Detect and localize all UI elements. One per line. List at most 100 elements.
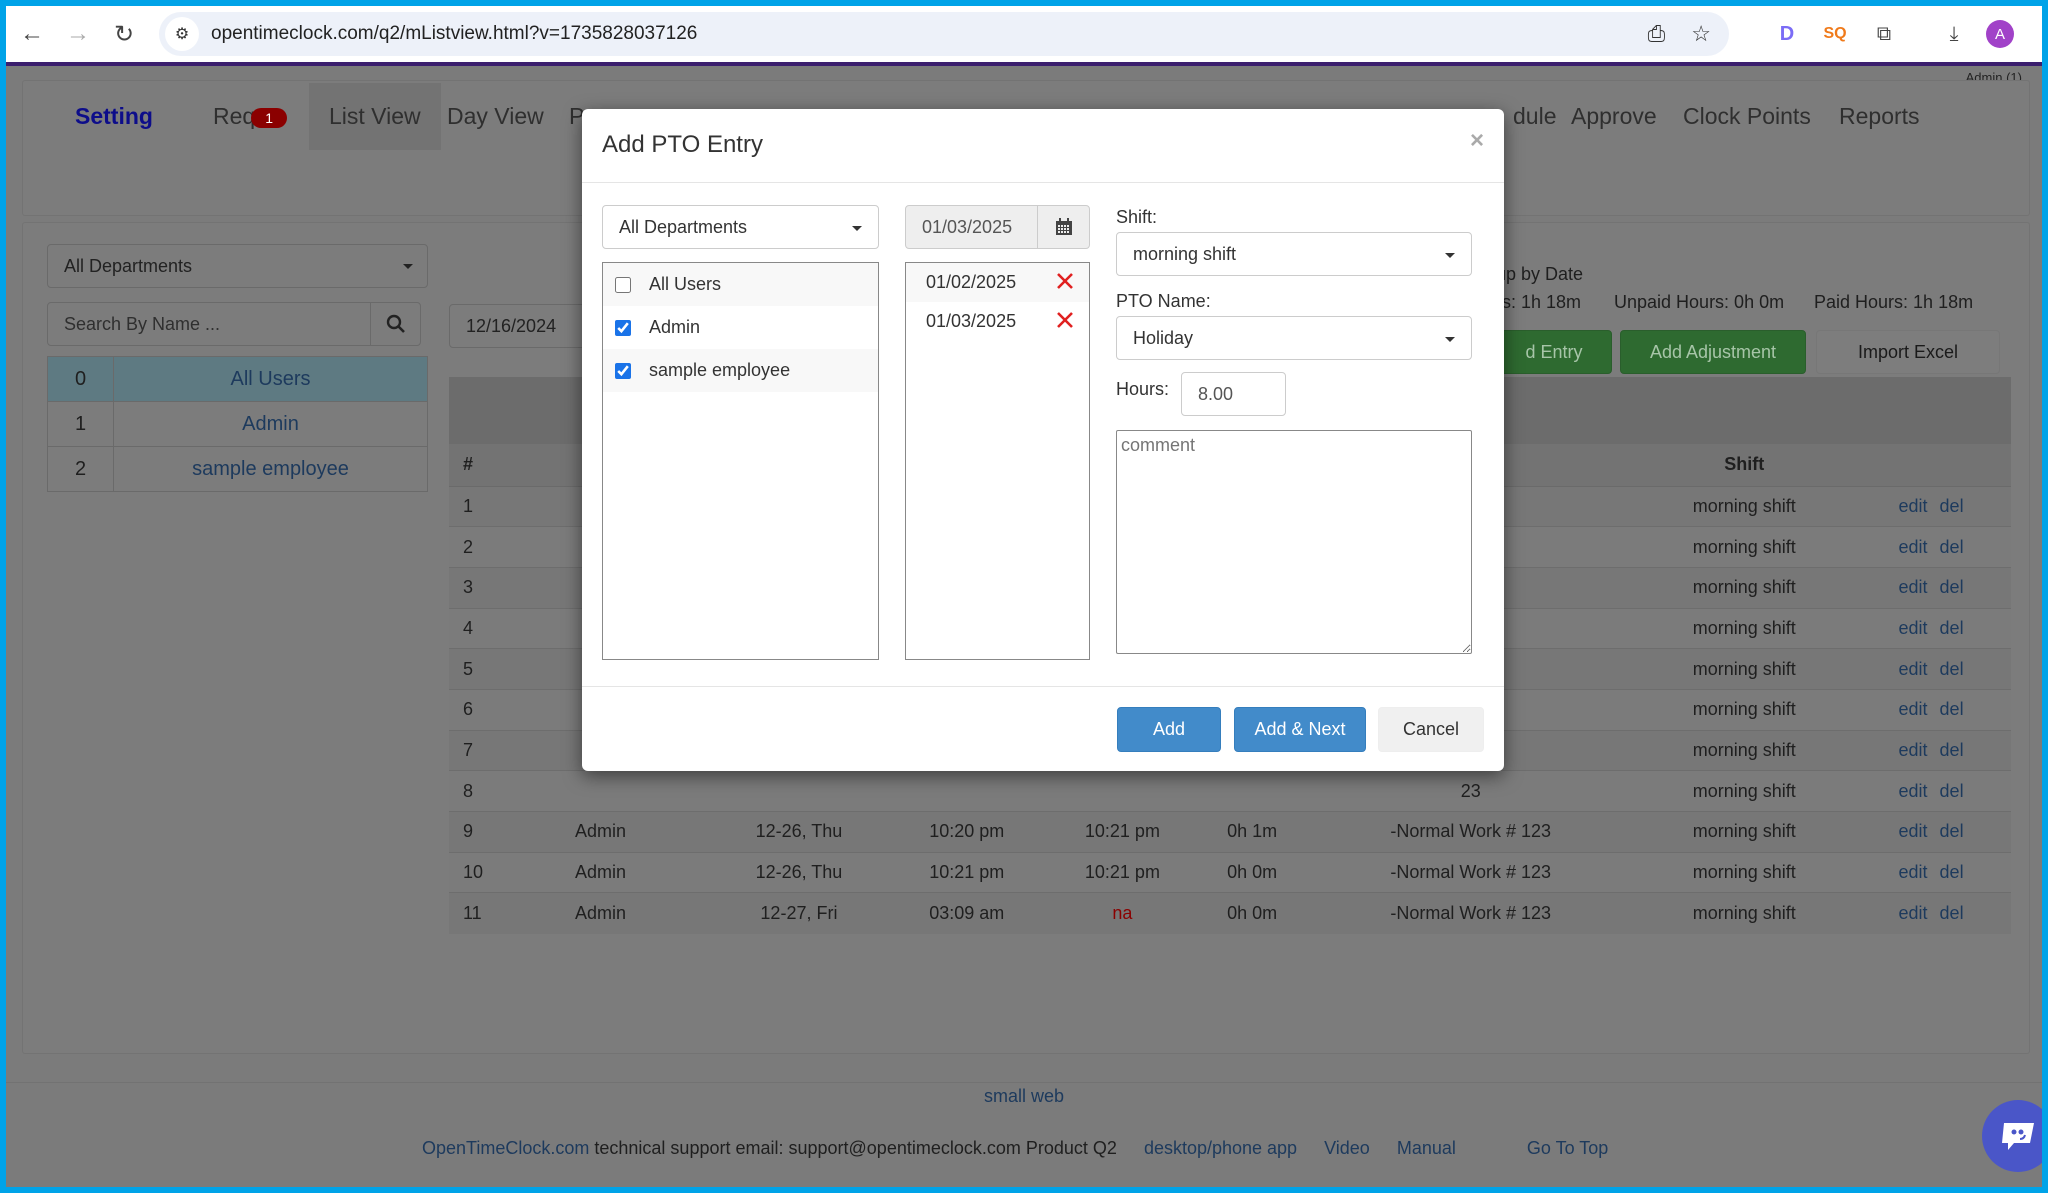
add-entry-button[interactable]: d Entry [1496,330,1612,374]
edit-link[interactable]: edit [1899,618,1928,638]
paid-hours-label: Paid Hours: 1h 18m [1814,292,1974,312]
edit-link[interactable]: edit [1899,659,1928,679]
delete-link[interactable]: del [1940,496,1964,516]
row-job: -Normal Work # 123 [1304,851,1638,893]
footer: OpenTimeClock.com technical support emai… [422,1138,1608,1159]
calendar-button[interactable] [1037,206,1089,248]
edit-link[interactable]: edit [1899,781,1928,801]
search-input[interactable] [48,303,370,345]
hours-input[interactable] [1181,372,1286,416]
cancel-button[interactable]: Cancel [1378,707,1484,752]
table-row: 9 Admin 12-26, Thu 10:20 pm 10:21 pm 0h 1m -No… [449,811,2011,853]
extension-d-icon[interactable]: D [1772,12,1802,56]
small-web-link[interactable]: small web [984,1086,1064,1106]
row-actions: edit del [1851,607,2011,649]
edit-link[interactable]: edit [1899,496,1928,516]
modal-department-select[interactable]: All Departments [602,205,879,249]
delete-link[interactable]: del [1940,659,1964,679]
nav-day-view[interactable]: Day View [447,103,544,130]
extension-sq-icon[interactable]: SQ [1818,12,1852,56]
edit-link[interactable]: edit [1899,537,1928,557]
edit-link[interactable]: edit [1899,862,1928,882]
delete-link[interactable]: del [1940,740,1964,760]
nav-setting[interactable]: Setting [75,103,153,130]
downloads-icon[interactable]: ⤓ [1938,12,1970,56]
edit-link[interactable]: edit [1899,903,1928,923]
delete-link[interactable]: del [1940,699,1964,719]
nav-approve[interactable]: Approve [1571,103,1657,130]
row-number: 7 [449,729,549,771]
add-adjustment-button[interactable]: Add Adjustment [1620,330,1806,374]
user-list-row[interactable]: 2 sample employee [47,446,428,492]
desktop-app-link[interactable]: desktop/phone app [1144,1138,1297,1158]
delete-link[interactable]: del [1940,618,1964,638]
import-excel-button[interactable]: Import Excel [1816,330,2000,374]
manual-link[interactable]: Manual [1397,1138,1456,1158]
row-shift: morning shift [1637,566,1852,609]
bookmark-star-icon[interactable]: ☆ [1691,21,1711,47]
search-button[interactable] [370,303,420,345]
remove-date-icon[interactable] [1055,271,1075,291]
row-user: Admin [549,851,709,893]
comment-textarea[interactable] [1116,430,1472,654]
nav-schedule[interactable]: dule [1513,103,1556,130]
pto-name-value: Holiday [1133,327,1194,348]
pto-user-checkbox[interactable] [615,276,631,293]
pto-user-item[interactable]: All Users [603,263,878,306]
row-number: 5 [449,648,549,690]
back-button[interactable]: ← [12,14,52,54]
edit-link[interactable]: edit [1899,821,1928,841]
video-link[interactable]: Video [1324,1138,1370,1158]
site-info-icon[interactable]: ⚙ [165,17,199,51]
edit-link[interactable]: edit [1899,699,1928,719]
row-actions: edit del [1851,688,2011,731]
go-to-top-link[interactable]: Go To Top [1527,1138,1608,1158]
nav-list-view[interactable]: List View [309,83,441,150]
nav-clock-points[interactable]: Clock Points [1683,103,1811,130]
hours-label: Hours: [1116,379,1170,399]
edit-link[interactable]: edit [1899,577,1928,597]
delete-link[interactable]: del [1940,821,1964,841]
forward-button[interactable]: → [58,14,98,54]
address-bar[interactable]: ⚙ opentimeclock.com/q2/mListview.html?v=… [159,12,1729,56]
col-actions-header [1851,444,2011,487]
row-shift: morning shift [1637,607,1852,649]
delete-link[interactable]: del [1940,903,1964,923]
pto-user-item[interactable]: sample employee [603,349,878,392]
add-button[interactable]: Add [1117,707,1221,752]
nav-req[interactable]: Req 1 [213,103,287,130]
pto-date-input[interactable] [906,206,1037,248]
delete-link[interactable]: del [1940,862,1964,882]
pto-user-item[interactable]: Admin [603,306,878,349]
department-select[interactable]: All Departments [47,244,428,288]
nav-reports[interactable]: Reports [1839,103,1920,130]
extensions-puzzle-icon[interactable]: ⧉ [1868,12,1900,56]
edit-link[interactable]: edit [1899,740,1928,760]
user-list-table: 0 All Users 1 Admin 2 sample employee [47,356,428,492]
user-list-row[interactable]: 1 Admin [47,401,428,447]
pto-user-checkbox[interactable] [615,319,631,336]
pto-name-select[interactable]: Holiday [1116,316,1472,360]
row-actions: edit del [1851,892,2011,934]
search-group [47,302,421,346]
pto-user-checkbox[interactable] [615,362,631,379]
user-name-link[interactable]: All Users [113,356,428,402]
install-app-icon[interactable]: ⎙ [1648,21,1666,47]
delete-link[interactable]: del [1940,577,1964,597]
remove-date-icon[interactable] [1055,310,1075,330]
row-shift: morning shift [1637,729,1852,771]
delete-link[interactable]: del [1940,537,1964,557]
delete-link[interactable]: del [1940,781,1964,801]
opentimeclock-link[interactable]: OpenTimeClock.com [422,1138,589,1158]
user-name-link[interactable]: sample employee [113,446,428,492]
profile-button[interactable]: A [1982,12,2018,56]
close-icon[interactable]: × [1470,127,1484,155]
chat-widget-button[interactable] [1982,1100,2042,1172]
add-and-next-button[interactable]: Add & Next [1234,707,1366,752]
user-list-row[interactable]: 0 All Users [47,356,428,402]
reload-button[interactable]: ↻ [104,14,144,54]
user-name-link[interactable]: Admin [113,401,428,447]
row-hours: 0h 0m [1200,892,1305,934]
shift-select[interactable]: morning shift [1116,232,1472,276]
url-text[interactable]: opentimeclock.com/q2/mListview.html?v=17… [211,23,697,45]
